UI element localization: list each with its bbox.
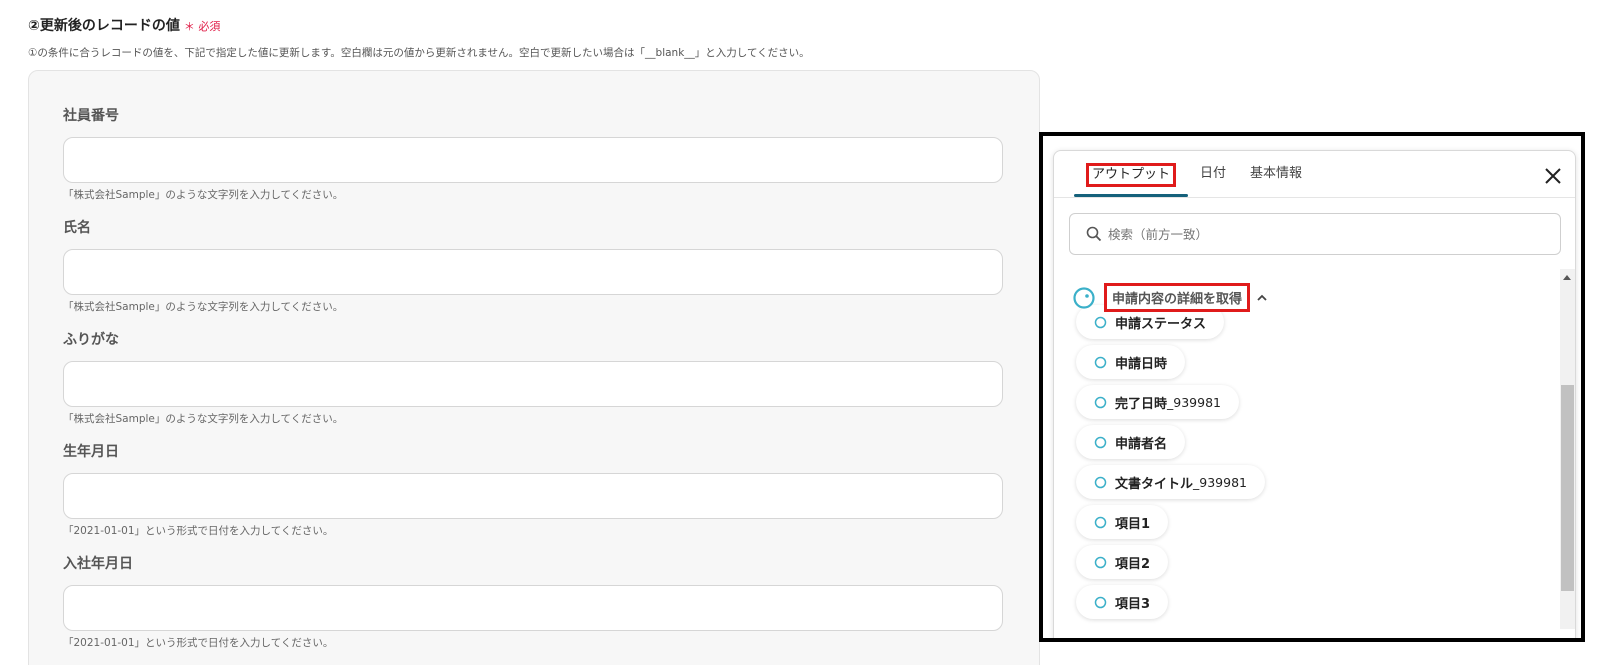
tab-basic-info-label: 基本情報 — [1250, 166, 1303, 181]
output-picker-popup: アウトプット 日付 基本情報 申請ステータス 申請日時 — [1053, 150, 1576, 638]
output-node-icon — [1073, 286, 1095, 309]
output-item-suffix: _939981 — [1193, 474, 1247, 490]
field-label: 入社年月日 — [63, 556, 133, 572]
required-badge: ＊ 必須 — [183, 20, 221, 33]
field-hint: 「株式会社Sample」のような文字列を入力してください。 — [63, 189, 344, 201]
output-list: 申請ステータス 申請日時 完了日時 _939981 申請者名 文書タイトル _939… — [1054, 269, 1562, 638]
field-label: 社員番号 — [63, 108, 119, 124]
section-description: ①の条件に合うレコードの値を、下記で指定した値に更新します。空白欄は元の値から更… — [28, 47, 810, 59]
chevron-up-icon[interactable] — [1256, 292, 1268, 304]
output-item-icon — [1094, 316, 1107, 329]
output-item-icon — [1094, 356, 1107, 369]
tab-basic-info[interactable]: 基本情報 — [1238, 163, 1314, 197]
hire-date-input[interactable] — [63, 585, 1003, 631]
output-item-label: 項目2 — [1115, 556, 1151, 572]
section-title-text: ②更新後のレコードの値 — [28, 18, 180, 34]
output-item-label: 完了日時 — [1115, 396, 1168, 412]
birth-date-input[interactable] — [63, 473, 1003, 519]
tab-bar: アウトプット 日付 基本情報 — [1074, 163, 1314, 197]
highlight-frame: アウトプット 日付 基本情報 申請ステータス 申請日時 — [1039, 132, 1585, 642]
form-panel: 社員番号 「株式会社Sample」のような文字列を入力してください。 氏名 「株… — [28, 70, 1040, 665]
scrollbar-thumb[interactable] — [1561, 385, 1574, 591]
scrollbar[interactable] — [1560, 269, 1575, 629]
tab-date[interactable]: 日付 — [1188, 163, 1238, 197]
output-item[interactable]: 申請日時 — [1076, 345, 1186, 379]
output-item[interactable]: 文書タイトル _939981 — [1076, 465, 1265, 499]
field-name: 氏名 「株式会社Sample」のような文字列を入力してください。 — [63, 217, 1003, 314]
field-label: 生年月日 — [63, 444, 119, 460]
furigana-input[interactable] — [63, 361, 1003, 407]
output-item[interactable]: 完了日時 _939981 — [1076, 385, 1239, 419]
tab-date-label: 日付 — [1200, 166, 1227, 181]
output-item-label: 文書タイトル — [1115, 476, 1194, 492]
output-item[interactable]: 申請者名 — [1076, 425, 1186, 459]
field-hint: 「株式会社Sample」のような文字列を入力してください。 — [63, 413, 344, 425]
tab-output[interactable]: アウトプット — [1074, 163, 1189, 197]
output-item-icon — [1094, 396, 1107, 409]
field-hire-date: 入社年月日 「2021-01-01」という形式で日付を入力してください。 — [63, 553, 1003, 650]
output-item-icon — [1094, 556, 1107, 569]
output-item-icon — [1094, 476, 1107, 489]
field-hint: 「2021-01-01」という形式で日付を入力してください。 — [63, 525, 334, 537]
output-item-icon — [1094, 596, 1107, 609]
output-item-label: 申請日時 — [1115, 356, 1168, 372]
field-hint: 「株式会社Sample」のような文字列を入力してください。 — [63, 301, 344, 313]
output-item-icon — [1094, 436, 1107, 449]
output-item[interactable]: 項目2 — [1076, 545, 1169, 579]
close-icon — [1545, 168, 1561, 184]
output-item[interactable]: 項目1 — [1076, 505, 1169, 539]
output-item-suffix: _939981 — [1167, 394, 1221, 410]
field-furigana: ふりがな 「株式会社Sample」のような文字列を入力してください。 — [63, 329, 1003, 426]
employee-number-input[interactable] — [63, 137, 1003, 183]
scroll-up-arrow-icon[interactable] — [1563, 275, 1571, 280]
field-birth-date: 生年月日 「2021-01-01」という形式で日付を入力してください。 — [63, 441, 1003, 538]
output-item[interactable]: 項目3 — [1076, 585, 1169, 619]
output-item-label: 申請者名 — [1115, 436, 1168, 452]
output-group-header[interactable]: 申請内容の詳細を取得 — [1072, 283, 1268, 312]
name-input[interactable] — [63, 249, 1003, 295]
section-title: ②更新後のレコードの値＊ 必須 — [28, 15, 220, 35]
tab-output-label: アウトプット — [1086, 163, 1177, 187]
field-employee-number: 社員番号 「株式会社Sample」のような文字列を入力してください。 — [63, 105, 1003, 202]
search-input[interactable] — [1108, 226, 1528, 242]
search-box — [1069, 213, 1561, 255]
search-icon — [1086, 226, 1102, 242]
close-button[interactable] — [1541, 164, 1565, 188]
output-group-title: 申請内容の詳細を取得 — [1104, 283, 1251, 312]
field-label: ふりがな — [63, 332, 119, 348]
field-label: 氏名 — [63, 220, 91, 236]
field-hint: 「2021-01-01」という形式で日付を入力してください。 — [63, 637, 334, 649]
output-item-label: 申請ステータス — [1115, 316, 1207, 332]
tab-divider — [1054, 197, 1575, 198]
output-item-label: 項目1 — [1115, 516, 1151, 532]
output-item-icon — [1094, 516, 1107, 529]
output-item-label: 項目3 — [1115, 596, 1151, 612]
